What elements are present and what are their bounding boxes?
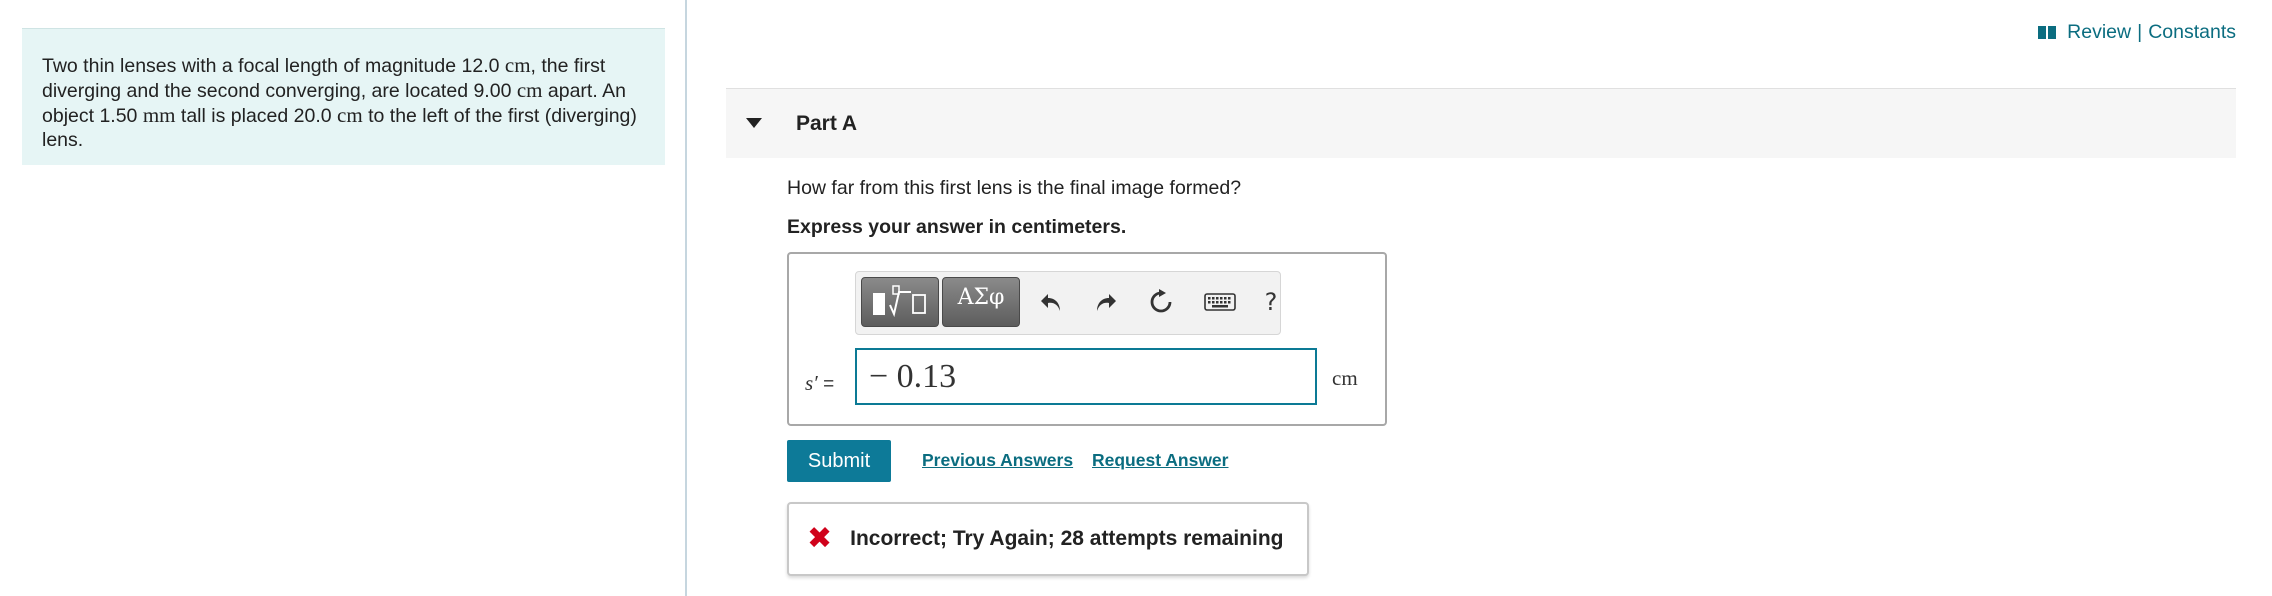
templates-button[interactable] xyxy=(861,277,939,327)
reset-icon[interactable] xyxy=(1143,284,1179,320)
help-icon[interactable]: ? xyxy=(1253,284,1289,320)
panel-divider xyxy=(685,0,687,596)
answer-input[interactable]: − 0.13 xyxy=(855,348,1317,405)
book-icon xyxy=(2038,26,2057,39)
request-answer-link[interactable]: Request Answer xyxy=(1092,450,1228,471)
caret-down-icon[interactable] xyxy=(746,117,762,128)
math-toolbar: ΑΣφ ? xyxy=(855,271,1281,335)
previous-answers-link[interactable]: Previous Answers xyxy=(922,450,1073,471)
variable-symbol: s′ xyxy=(805,371,818,395)
equals-sign: = xyxy=(823,374,835,395)
instruction-text: Express your answer in centimeters. xyxy=(787,216,1127,238)
answer-unit: cm xyxy=(1332,366,1358,390)
greek-label: ΑΣφ xyxy=(957,284,1005,310)
undo-icon[interactable] xyxy=(1033,284,1069,320)
part-title: Part A xyxy=(796,111,858,135)
keyboard-icon[interactable] xyxy=(1202,284,1238,320)
greek-symbols-button[interactable]: ΑΣφ xyxy=(942,277,1020,327)
variable-label: s′ = xyxy=(805,371,834,396)
height-unit: mm xyxy=(142,103,176,127)
focal-unit: cm xyxy=(504,53,531,77)
separation-unit: cm xyxy=(516,78,543,102)
templates-icon xyxy=(873,285,926,318)
question-text: How far from this first lens is the fina… xyxy=(787,177,1242,199)
feedback-box: ✖ Incorrect; Try Again; 28 attempts rema… xyxy=(787,502,1309,576)
incorrect-x-icon: ✖ xyxy=(807,521,833,556)
problem-text-4: tall is placed 20.0 xyxy=(175,105,338,127)
feedback-message: Incorrect; Try Again; 28 attempts remain… xyxy=(850,527,1284,550)
link-separator: | xyxy=(2137,21,2143,43)
review-constants-links: Review | Constants xyxy=(2037,21,2236,44)
answer-box: ΑΣφ ? s′ = − 0.13 cm xyxy=(787,252,1387,426)
distance-unit: cm xyxy=(337,103,363,127)
submit-button[interactable]: Submit xyxy=(787,440,891,482)
problem-statement: Two thin lenses with a focal length of m… xyxy=(22,28,665,165)
redo-icon[interactable] xyxy=(1088,284,1124,320)
review-link[interactable]: Review xyxy=(2067,21,2131,44)
problem-text-1: Two thin lenses with a focal length of m… xyxy=(42,55,505,77)
constants-link[interactable]: Constants xyxy=(2148,21,2236,44)
part-a-header[interactable]: Part A xyxy=(726,88,2236,158)
